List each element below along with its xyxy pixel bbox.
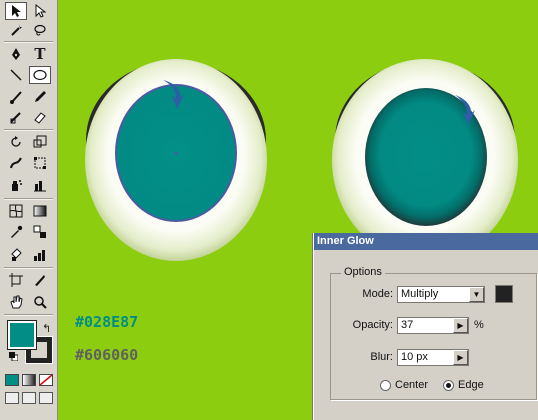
ellipse-icon[interactable] [29,66,51,84]
eraser-icon[interactable] [29,108,51,126]
blur-input-value: 10 px [401,351,428,363]
eyedropper-icon[interactable] [5,223,27,241]
mode-select[interactable]: Multiply ▼ [397,286,485,303]
mode-select-value: Multiply [401,288,439,300]
mesh-icon[interactable] [5,202,27,220]
chevron-right-icon[interactable]: ▶ [453,350,468,365]
slice-icon[interactable] [29,271,51,289]
default-colors-icon[interactable] [9,352,18,361]
color-mode-button[interactable] [5,374,19,386]
opacity-label: Opacity: [352,319,393,331]
direct-selection-icon[interactable] [29,2,51,20]
artboard-icon[interactable] [5,271,27,289]
opacity-input[interactable]: 37 ▶ [397,317,469,334]
gradient-mode-button[interactable] [22,374,36,386]
bar-graph-icon[interactable] [29,246,51,264]
full-screen-mode-icon[interactable] [39,392,53,404]
lasso-icon[interactable] [29,21,51,39]
opacity-input-value: 37 [401,319,414,331]
paintbrush-icon[interactable] [5,88,27,106]
normal-screen-mode-icon[interactable] [5,392,19,404]
fill-color-swatch[interactable] [7,320,37,350]
hand-icon[interactable] [5,293,27,311]
live-paint-icon[interactable] [5,246,27,264]
blur-input[interactable]: 10 px ▶ [397,349,469,366]
opacity-unit: % [474,319,484,331]
left-eye-center-point [174,151,178,155]
type-icon[interactable]: T [29,45,51,63]
fill-hex-label: #028E87 [75,313,139,331]
toolbox: T ↰ [0,0,58,420]
line-icon[interactable] [5,66,27,84]
gradient-icon[interactable] [29,202,51,220]
blend-icon[interactable] [29,223,51,241]
full-screen-menu-icon[interactable] [22,392,36,404]
pencil-icon[interactable] [29,88,51,106]
edge-radio[interactable] [443,380,454,391]
options-group-label: Options [341,266,385,278]
scale-icon[interactable] [29,133,51,151]
blur-label: Blur: [370,351,393,363]
symbol-sprayer-icon[interactable] [5,176,27,194]
free-transform-icon[interactable] [29,154,51,172]
right-eye[interactable] [332,59,518,261]
rotate-icon[interactable] [5,133,27,151]
glow-hex-label: #606060 [75,346,139,364]
warp-icon[interactable] [5,154,27,172]
swap-colors-icon[interactable]: ↰ [42,322,51,335]
pen-icon[interactable] [5,45,27,63]
edge-label: Edge [458,379,484,391]
center-label: Center [395,379,429,391]
chevron-right-icon[interactable]: ▶ [453,318,468,333]
dialog-title[interactable]: Inner Glow [314,233,538,250]
glow-color-swatch[interactable] [495,285,513,303]
options-group: Options Mode: Multiply ▼ Opacity: 37 ▶ %… [330,266,537,400]
blob-brush-icon[interactable] [5,108,27,126]
magic-wand-icon[interactable] [5,21,27,39]
none-mode-button[interactable] [39,374,53,386]
selection-icon[interactable] [5,2,27,20]
zoom-icon[interactable] [29,293,51,311]
left-eye[interactable] [85,59,267,261]
chevron-down-icon[interactable]: ▼ [469,287,484,302]
inner-glow-dialog: Inner Glow Options Mode: Multiply ▼ Opac… [313,233,538,420]
center-radio[interactable] [380,380,391,391]
mode-label: Mode: [362,288,393,300]
column-graph-icon[interactable] [29,176,51,194]
